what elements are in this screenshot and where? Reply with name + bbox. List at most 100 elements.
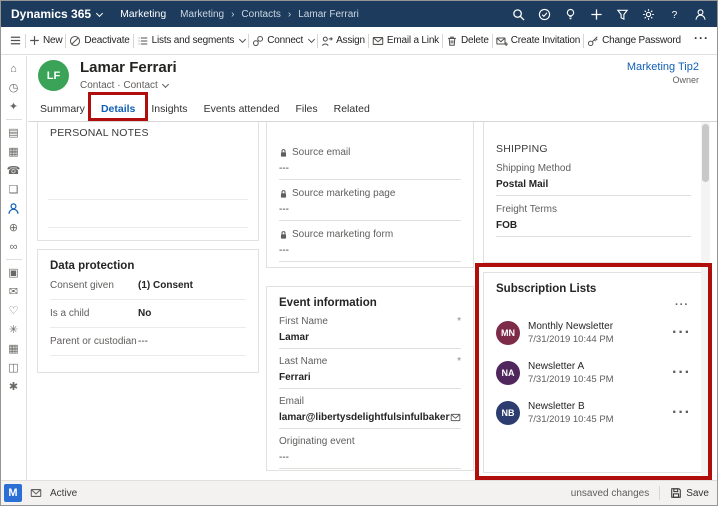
topbar-actions: ? bbox=[512, 8, 707, 21]
brand-menu[interactable]: Dynamics 365 bbox=[11, 7, 104, 21]
nav-customer-journeys-icon[interactable]: ♡ bbox=[1, 301, 26, 320]
checklist-icon[interactable] bbox=[538, 8, 551, 21]
nav-my-work-icon[interactable]: ▤ bbox=[1, 123, 26, 142]
field-source-email[interactable]: Source email --- bbox=[279, 147, 461, 180]
item-more-button[interactable]: ··· bbox=[672, 404, 691, 422]
field-freight-terms[interactable]: Freight Terms FOB bbox=[496, 204, 691, 237]
nav-dashboards-icon[interactable]: ▣ bbox=[1, 263, 26, 282]
field-value: --- bbox=[279, 204, 289, 215]
item-more-button[interactable]: ··· bbox=[672, 364, 691, 382]
event-information-title: Event information bbox=[279, 297, 377, 309]
breadcrumb-item[interactable]: Marketing bbox=[180, 9, 224, 20]
tab-related[interactable]: Related bbox=[334, 96, 370, 121]
nav-phone-calls-icon[interactable]: ☎ bbox=[1, 161, 26, 180]
scrollbar-thumb[interactable] bbox=[702, 124, 709, 182]
statusbar-separator bbox=[659, 486, 661, 500]
record-type[interactable]: Contact · Contact bbox=[80, 80, 169, 91]
notes-field-underline[interactable] bbox=[48, 227, 248, 228]
field-originating-event[interactable]: Originating event --- bbox=[279, 436, 461, 469]
breadcrumb-separator: › bbox=[287, 8, 292, 20]
tab-insights[interactable]: Insights bbox=[151, 96, 187, 121]
nav-contacts-icon[interactable] bbox=[1, 199, 26, 218]
lists-and-segments-button[interactable]: Lists and segments bbox=[137, 35, 247, 47]
nav-leads-icon[interactable]: ⊕ bbox=[1, 218, 26, 237]
data-protection-card: Data protection Consent given (1) Consen… bbox=[37, 249, 259, 373]
delete-button[interactable]: Delete bbox=[446, 35, 489, 47]
owner-block: Marketing Tip2 Owner bbox=[627, 61, 699, 85]
commandbar-separator bbox=[583, 33, 585, 48]
email-a-link-button[interactable]: Email a Link bbox=[372, 35, 439, 47]
list-item[interactable]: NA Newsletter A 7/31/2019 10:45 PM ··· bbox=[496, 353, 691, 393]
field-email[interactable]: Email lamar@libertysdelightfulsinfulbake… bbox=[279, 396, 461, 429]
nav-pinned-icon[interactable]: ✦ bbox=[1, 97, 26, 116]
nav-accounts-icon[interactable]: ❏ bbox=[1, 180, 26, 199]
new-button[interactable]: New bbox=[29, 35, 63, 46]
change-password-button[interactable]: Change Password bbox=[587, 35, 681, 47]
field-parent-or-custodian[interactable]: Parent or custodian --- bbox=[50, 328, 246, 356]
tab-details[interactable]: Details bbox=[101, 96, 135, 121]
nav-home-icon[interactable]: ⌂ bbox=[1, 59, 26, 78]
breadcrumb-item[interactable]: Contacts bbox=[241, 9, 280, 20]
gear-icon[interactable] bbox=[642, 8, 655, 21]
filter-icon[interactable] bbox=[616, 8, 629, 21]
field-label: Freight Terms bbox=[496, 204, 557, 215]
statusbar-right: unsaved changes Save bbox=[571, 486, 709, 500]
search-icon[interactable] bbox=[512, 8, 525, 21]
field-shipping-method[interactable]: Shipping Method Postal Mail bbox=[496, 163, 691, 196]
vertical-scrollbar[interactable] bbox=[701, 122, 710, 480]
record-type-label: Contact · Contact bbox=[80, 80, 158, 91]
field-value: Postal Mail bbox=[496, 179, 549, 190]
subscription-lists-more-button[interactable]: ··· bbox=[496, 299, 689, 311]
tab-summary[interactable]: Summary bbox=[40, 96, 85, 121]
help-icon[interactable]: ? bbox=[668, 8, 681, 21]
nav-settings-icon[interactable]: ✳ bbox=[1, 320, 26, 339]
create-invitation-label: Create Invitation bbox=[510, 35, 581, 46]
deactivate-label: Deactivate bbox=[84, 35, 130, 46]
nav-calendar-icon[interactable]: ▦ bbox=[1, 142, 26, 161]
save-button[interactable]: Save bbox=[670, 487, 709, 499]
deactivate-button[interactable]: Deactivate bbox=[69, 35, 130, 47]
nav-marketing-pages-icon[interactable]: ✱ bbox=[1, 377, 26, 396]
notes-field-underline[interactable] bbox=[48, 199, 248, 200]
m-app-tile[interactable]: M bbox=[4, 484, 22, 502]
field-is-a-child[interactable]: Is a child No bbox=[50, 300, 246, 328]
message-icon bbox=[30, 487, 42, 499]
nav-segments-icon[interactable]: ∞ bbox=[1, 237, 26, 256]
field-source-marketing-page[interactable]: Source marketing page --- bbox=[279, 188, 461, 221]
account-icon[interactable] bbox=[694, 8, 707, 21]
tab-events-attended[interactable]: Events attended bbox=[204, 96, 280, 121]
field-source-marketing-form[interactable]: Source marketing form --- bbox=[279, 229, 461, 262]
nav-marketing-forms-icon[interactable]: ◫ bbox=[1, 358, 26, 377]
plus-icon[interactable] bbox=[590, 8, 603, 21]
sitemap-toggle-button[interactable] bbox=[9, 34, 22, 47]
field-last-name[interactable]: Last Name * Ferrari bbox=[279, 356, 461, 389]
nav-recent-icon[interactable]: ◷ bbox=[1, 78, 26, 97]
lightbulb-icon[interactable] bbox=[564, 8, 577, 21]
commandbar-separator bbox=[65, 33, 67, 48]
owner-link[interactable]: Marketing Tip2 bbox=[627, 61, 699, 73]
list-item[interactable]: MN Monthly Newsletter 7/31/2019 10:44 PM… bbox=[496, 313, 691, 353]
command-bar: New Deactivate Lists and segments Connec… bbox=[1, 27, 717, 55]
nav-events-icon[interactable]: ▦ bbox=[1, 339, 26, 358]
send-email-icon[interactable] bbox=[450, 412, 461, 423]
field-label: Source marketing form bbox=[292, 229, 394, 240]
create-invitation-button[interactable]: Create Invitation bbox=[496, 35, 580, 47]
field-consent-given[interactable]: Consent given (1) Consent bbox=[50, 272, 246, 300]
tab-files[interactable]: Files bbox=[295, 96, 317, 121]
field-value: Ferrari bbox=[279, 372, 311, 383]
nav-emails-icon[interactable]: ✉ bbox=[1, 282, 26, 301]
new-label: New bbox=[43, 35, 63, 46]
field-first-name[interactable]: First Name * Lamar bbox=[279, 316, 461, 349]
breadcrumb: Marketing › Contacts › Lamar Ferrari bbox=[180, 9, 359, 20]
item-more-button[interactable]: ··· bbox=[672, 324, 691, 342]
commandbar-separator bbox=[248, 33, 250, 48]
commandbar-separator bbox=[367, 33, 369, 48]
shipping-title: SHIPPING bbox=[496, 143, 548, 155]
assign-button[interactable]: Assign bbox=[321, 35, 365, 47]
personal-notes-card: PERSONAL NOTES bbox=[37, 122, 259, 241]
list-item[interactable]: NB Newsletter B 7/31/2019 10:45 PM ··· bbox=[496, 393, 691, 433]
commandbar-overflow-button[interactable]: ··· bbox=[694, 31, 709, 45]
connect-button[interactable]: Connect bbox=[252, 35, 316, 47]
data-protection-title: Data protection bbox=[50, 260, 135, 272]
breadcrumb-item[interactable]: Lamar Ferrari bbox=[298, 9, 359, 20]
